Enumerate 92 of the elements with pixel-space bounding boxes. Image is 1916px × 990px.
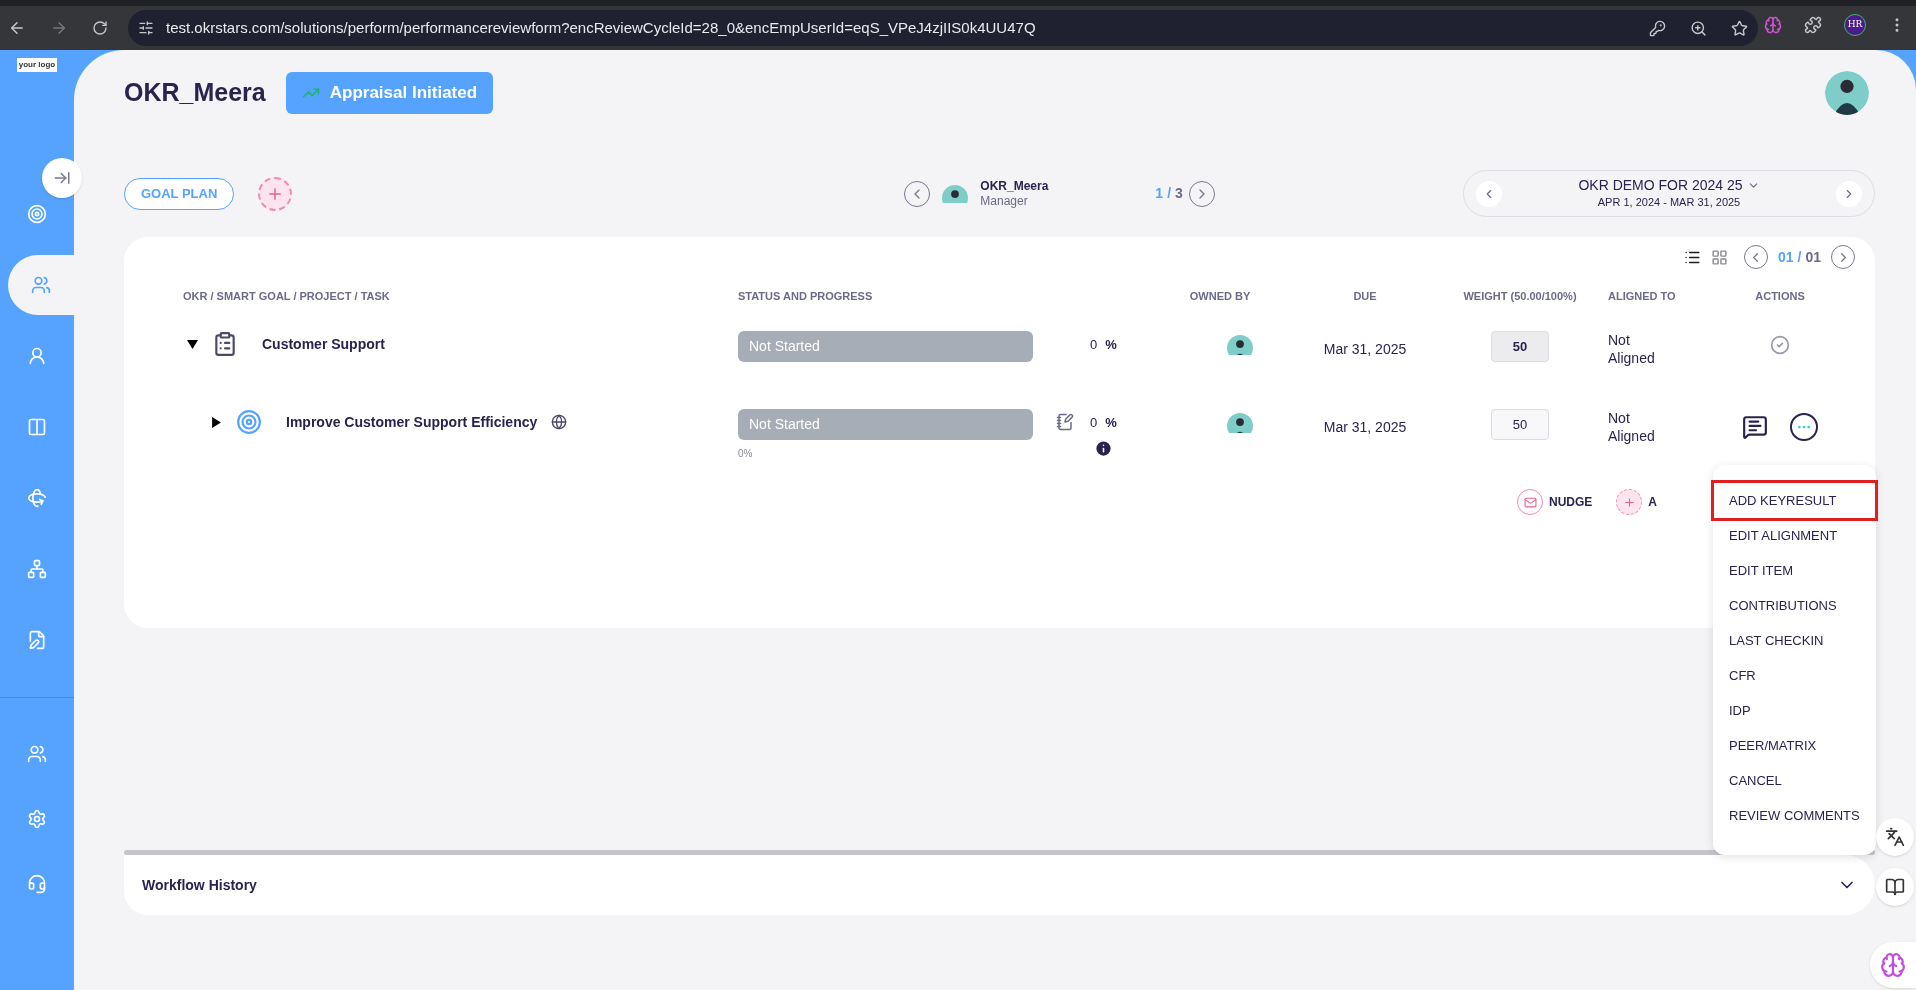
due-date: Mar 31, 2025 bbox=[1323, 419, 1407, 435]
cycle-title: OKR DEMO FOR 2024 25 bbox=[1578, 176, 1743, 194]
add-button[interactable] bbox=[258, 176, 293, 211]
group-icon bbox=[27, 743, 47, 764]
menu-item[interactable]: IDP bbox=[1713, 693, 1876, 728]
hierarchy-icon bbox=[27, 558, 47, 579]
nudge-button[interactable]: NUDGE bbox=[1517, 489, 1593, 515]
star-icon[interactable] bbox=[1731, 19, 1748, 37]
url-text: test.okrstars.com/solutions/perform/performancereviewform?encReviewCycleId=28_0&encEmpUserId=eqS_VPeJ4zjIIS0k4UU47Q bbox=[166, 17, 1036, 38]
translate-icon bbox=[1885, 827, 1905, 847]
grid-view-icon[interactable] bbox=[1710, 248, 1728, 266]
mail-icon bbox=[1523, 495, 1537, 509]
collapse-icon bbox=[53, 169, 71, 187]
team-icon bbox=[31, 274, 51, 295]
menu-item[interactable]: LAST CHECKIN bbox=[1713, 623, 1876, 658]
menu-item[interactable]: CONTRIBUTIONS bbox=[1713, 588, 1876, 623]
menu-item[interactable]: EDIT ALIGNMENT bbox=[1713, 518, 1876, 553]
progress-label: 0% bbox=[738, 447, 754, 461]
status-text: Appraisal Initiated bbox=[329, 82, 478, 105]
globe-icon bbox=[551, 414, 568, 430]
rotate-icon bbox=[27, 487, 47, 508]
menu-item[interactable]: EDIT ITEM bbox=[1713, 553, 1876, 588]
column-header: OWNED BY bbox=[1189, 289, 1251, 302]
alignment-text: Not Aligned bbox=[1608, 409, 1656, 445]
goal-title[interactable]: Improve Customer Support Efficiency bbox=[286, 411, 538, 433]
avatar bbox=[1227, 335, 1253, 355]
due-date: Mar 31, 2025 bbox=[1323, 341, 1407, 357]
avatar bbox=[1227, 413, 1253, 433]
percent-sign: % bbox=[1105, 414, 1117, 432]
target-icon bbox=[27, 203, 47, 224]
page-total: 3 bbox=[1175, 184, 1183, 203]
employee-name: OKR_Meera bbox=[980, 178, 1050, 194]
notes-icon[interactable] bbox=[1056, 413, 1074, 431]
person-icon bbox=[27, 345, 47, 366]
plus-icon bbox=[1622, 495, 1636, 509]
logo: your logo bbox=[16, 58, 58, 72]
zoom-icon[interactable] bbox=[1690, 19, 1707, 37]
percent-sign: % bbox=[1105, 336, 1117, 354]
workflow-panel[interactable]: Workflow History bbox=[124, 855, 1875, 915]
column-header: ALIGNED TO bbox=[1608, 289, 1676, 302]
check-icon[interactable] bbox=[1770, 335, 1790, 355]
goal-title[interactable]: Customer Support bbox=[262, 333, 385, 355]
collapse-button[interactable] bbox=[42, 158, 82, 198]
employee-role: Manager bbox=[980, 193, 1029, 209]
assistant-button[interactable] bbox=[1870, 942, 1916, 988]
document-edit-icon bbox=[27, 629, 47, 650]
headset-icon bbox=[27, 873, 47, 894]
avatar bbox=[942, 184, 969, 203]
columns-icon bbox=[27, 416, 47, 437]
more-button[interactable] bbox=[1790, 413, 1818, 441]
clipboard-icon bbox=[212, 331, 238, 357]
menu-item[interactable]: CFR bbox=[1713, 658, 1876, 693]
column-header: STATUS AND PROGRESS bbox=[738, 289, 873, 302]
puzzle-icon[interactable] bbox=[1804, 16, 1822, 34]
avatar bbox=[1825, 71, 1869, 115]
menu-item[interactable]: CANCEL bbox=[1713, 763, 1876, 798]
alignment-text: Not Aligned bbox=[1608, 331, 1656, 367]
info-icon[interactable] bbox=[1093, 438, 1113, 458]
page-separator: / bbox=[1167, 184, 1171, 203]
brain-icon bbox=[1880, 952, 1906, 978]
cycle-dates: APR 1, 2024 - MAR 31, 2025 bbox=[1597, 194, 1741, 210]
forward-icon[interactable] bbox=[50, 19, 68, 37]
column-header: OKR / SMART GOAL / PROJECT / TASK bbox=[183, 289, 390, 302]
menu-item[interactable]: ADD KEYRESULT bbox=[1711, 480, 1878, 521]
page-separator: / bbox=[1797, 247, 1802, 267]
menu-item[interactable]: PEER/MATRIX bbox=[1713, 728, 1876, 763]
status-text: Not Started bbox=[748, 337, 820, 356]
page-current: 1 bbox=[1155, 184, 1164, 203]
book-icon bbox=[1885, 877, 1905, 897]
target-icon bbox=[236, 409, 262, 435]
collapse-toggle[interactable] bbox=[186, 338, 198, 350]
column-header: WEIGHT (50.00/100%) bbox=[1463, 289, 1577, 302]
weight-field[interactable]: 50 bbox=[1491, 409, 1549, 440]
status-text: Not Started bbox=[748, 415, 820, 434]
back-icon[interactable] bbox=[8, 19, 26, 37]
brain-icon[interactable] bbox=[1764, 16, 1782, 34]
column-header: ACTIONS bbox=[1755, 289, 1805, 302]
percent-value: 0 bbox=[1090, 414, 1098, 432]
menu-item[interactable]: REVIEW COMMENTS bbox=[1713, 798, 1876, 833]
percent-value: 0 bbox=[1090, 336, 1098, 354]
expand-toggle[interactable] bbox=[210, 416, 222, 428]
page-title: OKR_Meera bbox=[124, 77, 266, 109]
workflow-title: Workflow History bbox=[142, 875, 257, 895]
key-icon[interactable] bbox=[1649, 19, 1666, 37]
page-current: 01 bbox=[1777, 247, 1794, 267]
page-total: 01 bbox=[1805, 247, 1821, 267]
edit-comment-icon[interactable] bbox=[1742, 414, 1768, 440]
site-settings-icon[interactable] bbox=[138, 20, 154, 36]
column-header: DUE bbox=[1353, 289, 1377, 302]
address-bar[interactable]: test.okrstars.com/solutions/perform/performancereviewform?encReviewCycleId=28_0&encEmpUserId=eqS_VPeJ4zjIIS0k4UU47Q bbox=[128, 10, 1758, 46]
reload-icon[interactable] bbox=[92, 20, 108, 36]
settings-icon bbox=[27, 808, 47, 829]
